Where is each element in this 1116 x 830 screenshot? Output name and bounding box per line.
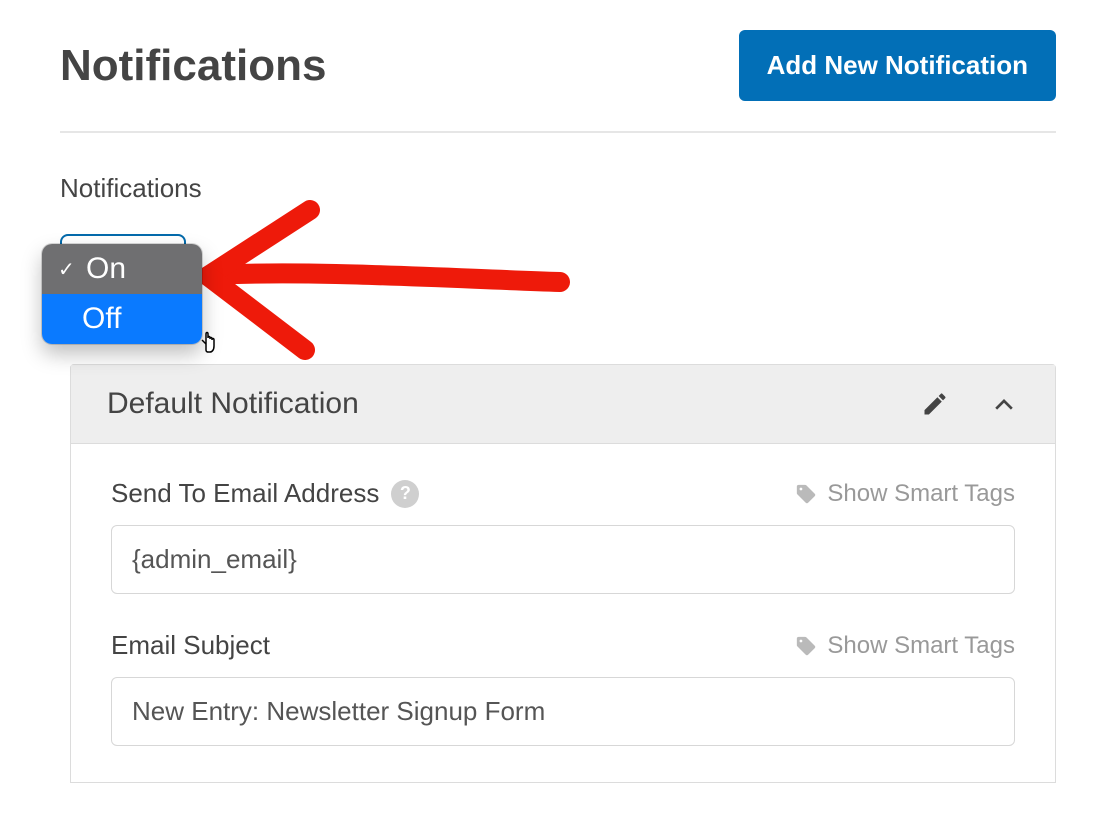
collapse-button[interactable] [989, 389, 1019, 419]
notifications-toggle-area: ✓ On Off [60, 234, 1056, 304]
edit-button[interactable] [921, 390, 949, 418]
page-header: Notifications Add New Notification [60, 30, 1056, 133]
show-smart-tags-subject[interactable]: Show Smart Tags [795, 632, 1015, 660]
chevron-up-icon [989, 389, 1019, 419]
pointer-cursor-icon [196, 322, 224, 359]
subject-input[interactable] [111, 677, 1015, 746]
panel-header[interactable]: Default Notification [71, 365, 1055, 444]
check-icon: ✓ [58, 257, 76, 282]
smart-tags-label: Show Smart Tags [827, 480, 1015, 508]
section-label: Notifications [60, 173, 1056, 204]
page-title: Notifications [60, 41, 326, 91]
send-to-field: Send To Email Address ? Show Smart Tags [111, 478, 1015, 594]
send-to-label: Send To Email Address ? [111, 478, 419, 509]
subject-field: Email Subject Show Smart Tags [111, 630, 1015, 746]
pencil-icon [921, 390, 949, 418]
toggle-dropdown[interactable]: ✓ On Off [42, 244, 202, 344]
subject-label-text: Email Subject [111, 630, 270, 661]
panel-title: Default Notification [107, 387, 359, 421]
toggle-option-on[interactable]: ✓ On [42, 244, 202, 294]
toggle-option-off-label: Off [82, 302, 121, 336]
tag-icon [795, 635, 817, 657]
help-icon[interactable]: ? [391, 480, 419, 508]
tag-icon [795, 483, 817, 505]
panel-actions [921, 389, 1019, 419]
subject-label: Email Subject [111, 630, 270, 661]
panel-body: Send To Email Address ? Show Smart Tags [71, 444, 1055, 746]
send-to-input[interactable] [111, 525, 1015, 594]
toggle-option-on-label: On [86, 252, 126, 286]
toggle-option-off[interactable]: Off [42, 294, 202, 344]
add-notification-button[interactable]: Add New Notification [739, 30, 1056, 101]
notification-panel: Default Notification Send To [70, 364, 1056, 783]
smart-tags-label: Show Smart Tags [827, 632, 1015, 660]
send-to-label-text: Send To Email Address [111, 478, 379, 509]
show-smart-tags-send-to[interactable]: Show Smart Tags [795, 480, 1015, 508]
